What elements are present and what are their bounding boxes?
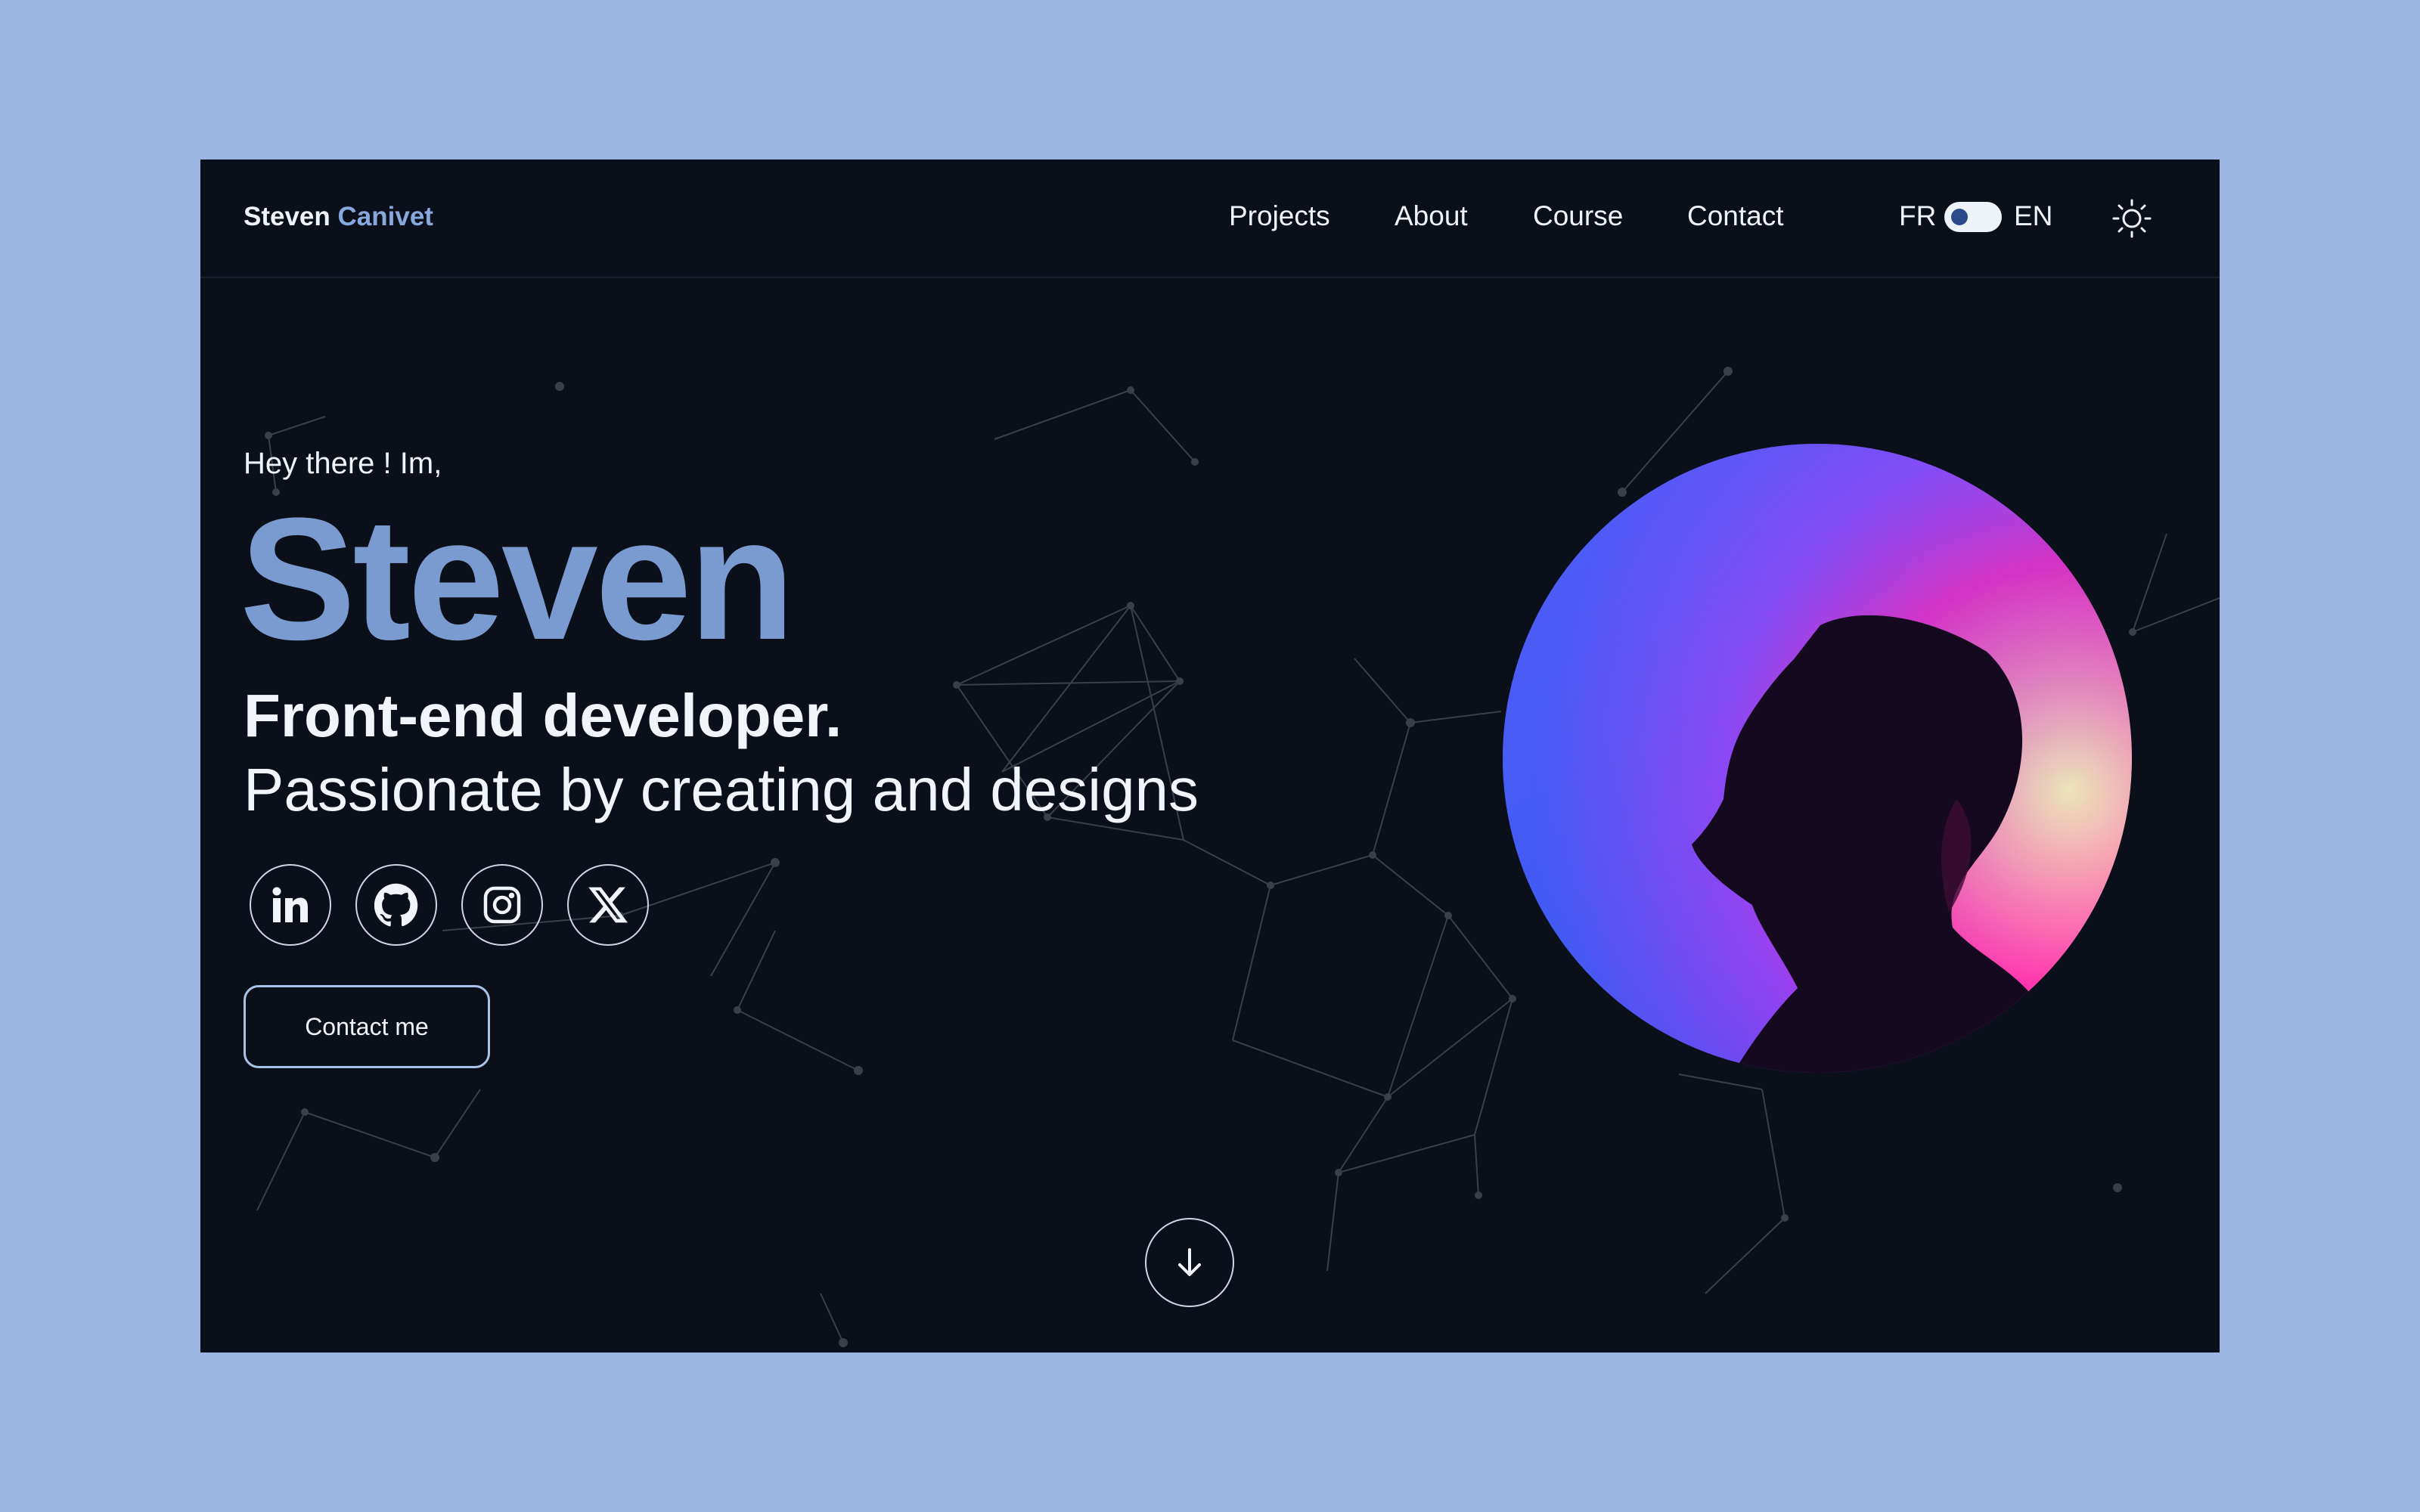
lang-en-label[interactable]: EN — [2014, 200, 2052, 232]
browser-window: Steven Canivet Projects About Course Con… — [200, 160, 2220, 1352]
site-logo[interactable]: Steven Canivet — [244, 202, 433, 232]
x-icon — [588, 887, 628, 923]
toggle-knob — [1951, 209, 1968, 225]
hero-greeting: Hey there ! Im, — [244, 447, 442, 480]
scroll-down-button[interactable] — [1145, 1218, 1234, 1307]
sun-icon — [2112, 199, 2152, 238]
hero-tagline: Passionate by creating and designs — [244, 756, 1199, 823]
profile-photo — [1503, 444, 2132, 1073]
nav-course[interactable]: Course — [1533, 200, 1623, 232]
linkedin-link[interactable] — [250, 864, 331, 946]
arrow-down-icon — [1178, 1248, 1201, 1276]
nav-about[interactable]: About — [1395, 200, 1468, 232]
top-navbar: Steven Canivet Projects About Course Con… — [200, 160, 2220, 278]
lang-fr-label[interactable]: FR — [1899, 200, 1936, 232]
language-toggle[interactable] — [1944, 202, 2002, 232]
instagram-link[interactable] — [461, 864, 543, 946]
brand-last-name: Canivet — [337, 202, 433, 231]
nav-projects[interactable]: Projects — [1229, 200, 1330, 232]
contact-me-button[interactable]: Contact me — [244, 985, 490, 1068]
hero-headline: Front-end developer. — [244, 682, 842, 749]
instagram-icon — [483, 886, 521, 924]
theme-toggle-button[interactable] — [2109, 196, 2155, 241]
github-icon — [374, 883, 418, 927]
brand-first-name: Steven — [244, 202, 330, 231]
github-link[interactable] — [355, 864, 437, 946]
x-link[interactable] — [567, 864, 649, 946]
nav-contact[interactable]: Contact — [1687, 200, 1784, 232]
linkedin-icon — [272, 887, 308, 922]
hero-name: Steven — [240, 482, 795, 676]
